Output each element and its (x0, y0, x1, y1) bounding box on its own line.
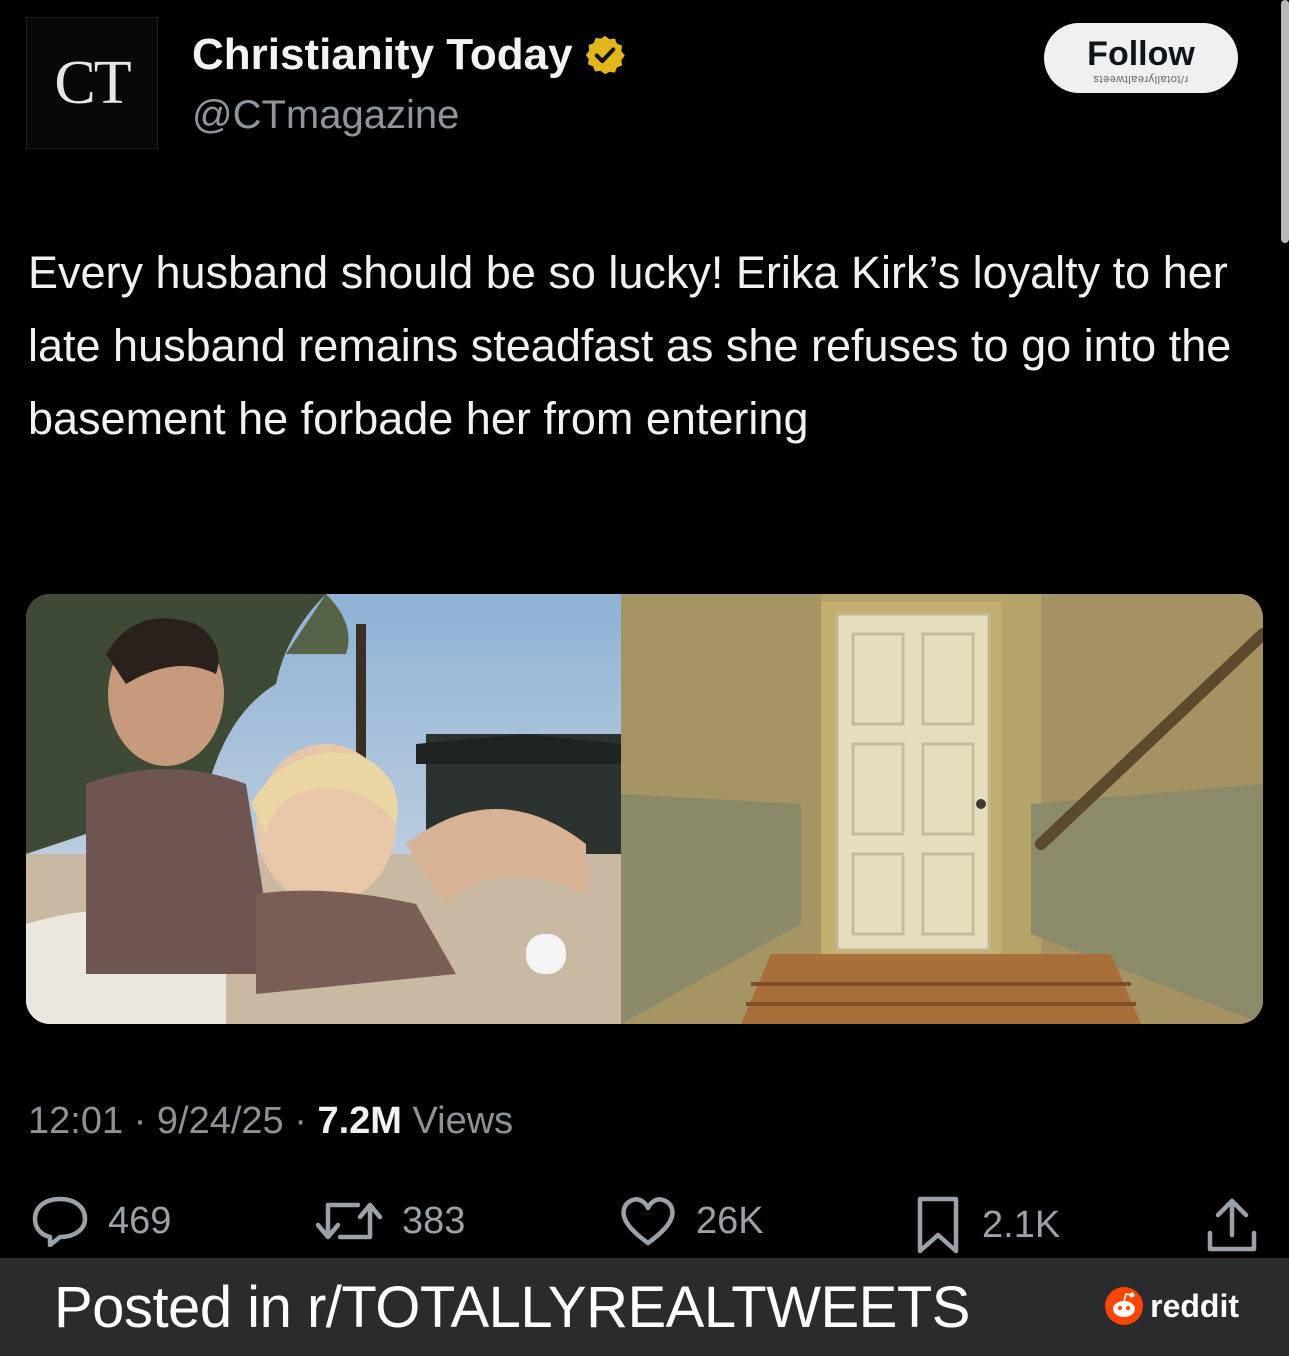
retweet-count: 383 (402, 1199, 466, 1242)
tweet-date[interactable]: 9/24/25 (157, 1100, 284, 1142)
scrollbar[interactable] (1281, 0, 1289, 243)
separator: · (133, 1100, 147, 1142)
like-button[interactable]: 26K (618, 1195, 764, 1247)
bookmark-icon (917, 1196, 959, 1254)
basement-door-photo[interactable] (621, 594, 1263, 1024)
share-button[interactable] (1204, 1195, 1260, 1255)
reply-count: 469 (108, 1199, 172, 1242)
reddit-snoo-icon (1105, 1287, 1144, 1325)
reddit-footer: Posted in r/TOTALLYREALTWEETS reddit (0, 1258, 1289, 1356)
tweet-actions: 469 383 26K 2.1K (0, 1195, 1289, 1257)
views-count: 7.2M (317, 1100, 402, 1142)
watermark-text: r/totallyrealtweets (1093, 73, 1189, 85)
bookmark-button[interactable]: 2.1K (912, 1195, 1060, 1255)
account-name-row: Christianity Today (192, 30, 627, 80)
bookmark-count: 2.1K (982, 1203, 1061, 1246)
tweet-time[interactable]: 12:01 (28, 1100, 123, 1142)
tweet-meta: 12:01 · 9/24/25 · 7.2M Views (28, 1100, 513, 1143)
verified-badge-icon (585, 35, 625, 75)
retweet-button[interactable]: 383 (314, 1195, 465, 1247)
follow-label: Follow (1087, 35, 1195, 73)
account-handle[interactable]: @CTmagazine (192, 93, 459, 138)
separator: · (294, 1100, 307, 1142)
heart-icon (621, 1197, 675, 1246)
follow-button[interactable]: Follow r/totallyrealtweets (1044, 23, 1238, 93)
reddit-logo: reddit (1104, 1286, 1239, 1326)
posted-in-text: Posted in r/TOTALLYREALTWEETS (54, 1274, 970, 1340)
retweet-icon (315, 1202, 383, 1240)
tweet-media[interactable] (26, 594, 1263, 1024)
views-label: Views (412, 1100, 514, 1142)
share-icon (1207, 1198, 1257, 1252)
tweet-text: Every husband should be so lucky! Erika … (28, 247, 1232, 444)
account-name[interactable]: Christianity Today (192, 30, 573, 80)
couple-photo[interactable] (26, 594, 621, 1024)
reply-icon (32, 1196, 88, 1247)
like-count: 26K (696, 1199, 764, 1242)
reddit-brand-text: reddit (1150, 1287, 1239, 1324)
reply-button[interactable]: 469 (30, 1195, 171, 1247)
account-avatar[interactable]: CT (26, 17, 158, 149)
